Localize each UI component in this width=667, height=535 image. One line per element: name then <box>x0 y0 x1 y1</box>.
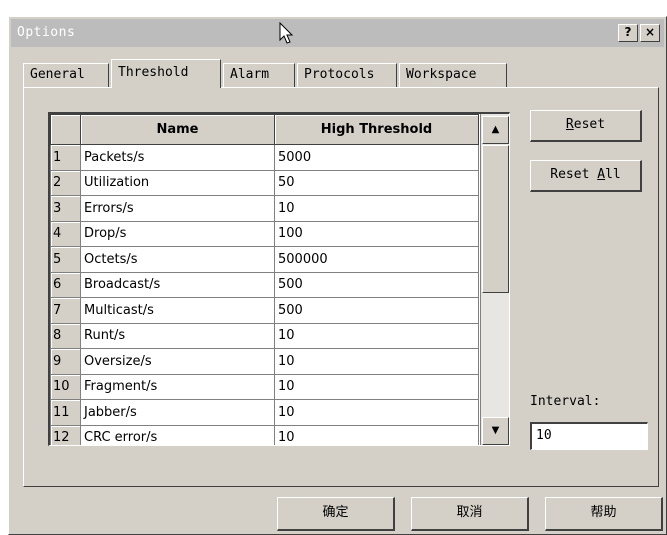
tab-workspace[interactable]: Workspace <box>399 63 507 87</box>
window-title: Options <box>17 25 76 40</box>
threshold-value-cell[interactable]: 10 <box>274 399 479 426</box>
threshold-grid: Name High Threshold 1 Packets/s 5000 2 Utili… <box>48 112 510 446</box>
help-title-button[interactable]: ? <box>618 24 638 42</box>
table-row[interactable]: 2 Utilization 50 <box>50 169 479 196</box>
table-row[interactable]: 10 Fragment/s 10 <box>50 373 479 400</box>
cancel-button[interactable]: 取消 <box>411 497 529 531</box>
threshold-value-cell[interactable]: 10 <box>274 322 479 349</box>
interval-input[interactable]: 10 <box>530 422 648 450</box>
reset-label: eset <box>573 117 606 132</box>
table-row[interactable]: 9 Oversize/s 10 <box>50 348 479 375</box>
row-number-cell[interactable]: 6 <box>50 271 81 298</box>
title-bar[interactable]: Options ? × <box>11 19 664 47</box>
threshold-value-cell[interactable]: 5000 <box>274 144 479 171</box>
tab-threshold[interactable]: Threshold <box>111 59 221 88</box>
threshold-value-cell[interactable]: 500 <box>274 297 479 324</box>
threshold-value-cell[interactable]: 50 <box>274 169 479 196</box>
row-number-cell[interactable]: 2 <box>50 169 81 196</box>
name-cell[interactable]: Multicast/s <box>80 297 275 324</box>
table-row[interactable]: 6 Broadcast/s 500 <box>50 271 479 298</box>
threshold-value-cell[interactable]: 10 <box>274 348 479 375</box>
grid-corner-header[interactable] <box>50 114 81 145</box>
interval-label: Interval: <box>530 394 601 409</box>
ok-button[interactable]: 确定 <box>277 497 395 531</box>
column-header-name[interactable]: Name <box>80 114 275 145</box>
mouse-cursor-icon <box>279 22 294 44</box>
row-number-cell[interactable]: 4 <box>50 220 81 247</box>
close-icon[interactable]: × <box>640 24 660 42</box>
row-number-cell[interactable]: 8 <box>50 322 81 349</box>
name-cell[interactable]: Drop/s <box>80 220 275 247</box>
table-row[interactable]: 5 Octets/s 500000 <box>50 246 479 273</box>
row-number-cell[interactable]: 11 <box>50 399 81 426</box>
row-number-cell[interactable]: 9 <box>50 348 81 375</box>
name-cell[interactable]: CRC error/s <box>80 424 275 445</box>
table-row[interactable]: 12 CRC error/s 10 <box>50 424 479 445</box>
reset-accel: R <box>565 117 574 132</box>
reset-button[interactable]: Reset <box>530 110 642 142</box>
name-cell[interactable]: Jabber/s <box>80 399 275 426</box>
scrollbar-thumb[interactable] <box>482 145 509 293</box>
name-cell[interactable]: Octets/s <box>80 246 275 273</box>
threshold-value-cell[interactable]: 500 <box>274 271 479 298</box>
tab-protocols[interactable]: Protocols <box>297 63 397 87</box>
name-cell[interactable]: Fragment/s <box>80 373 275 400</box>
table-row[interactable]: 7 Multicast/s 500 <box>50 297 479 324</box>
reset-all-button[interactable]: Reset All <box>530 160 642 192</box>
row-number-cell[interactable]: 5 <box>50 246 81 273</box>
row-number-cell[interactable]: 3 <box>50 195 81 222</box>
table-row[interactable]: 8 Runt/s 10 <box>50 322 479 349</box>
grid-body: 1 Packets/s 5000 2 Utilization 50 3 Errors/s 10 4… <box>50 144 479 445</box>
table-row[interactable]: 4 Drop/s 100 <box>50 220 479 247</box>
row-number-cell[interactable]: 7 <box>50 297 81 324</box>
table-row[interactable]: 1 Packets/s 5000 <box>50 144 479 171</box>
name-cell[interactable]: Broadcast/s <box>80 271 275 298</box>
reset-all-prefix: Reset <box>550 167 598 182</box>
name-cell[interactable]: Errors/s <box>80 195 275 222</box>
threshold-table: Name High Threshold 1 Packets/s 5000 2 Utili… <box>50 114 479 445</box>
reset-all-accel: A <box>597 167 606 182</box>
help-button[interactable]: 帮助 <box>545 497 663 531</box>
reset-all-label: ll <box>605 167 621 182</box>
row-number-cell[interactable]: 1 <box>50 144 81 171</box>
threshold-value-cell[interactable]: 100 <box>274 220 479 247</box>
table-row[interactable]: 11 Jabber/s 10 <box>50 399 479 426</box>
threshold-value-cell[interactable]: 500000 <box>274 246 479 273</box>
row-number-cell[interactable]: 12 <box>50 424 81 445</box>
threshold-value-cell[interactable]: 10 <box>274 373 479 400</box>
column-header-high-threshold[interactable]: High Threshold <box>274 114 479 145</box>
table-row[interactable]: 3 Errors/s 10 <box>50 195 479 222</box>
threshold-value-cell[interactable]: 10 <box>274 424 479 445</box>
tab-general[interactable]: General <box>23 63 109 87</box>
threshold-value-cell[interactable]: 10 <box>274 195 479 222</box>
vertical-scrollbar[interactable]: ▲ ▼ <box>480 114 509 445</box>
name-cell[interactable]: Packets/s <box>80 144 275 171</box>
scroll-up-arrow-icon[interactable]: ▲ <box>482 116 509 144</box>
threshold-panel: Name High Threshold 1 Packets/s 5000 2 Utili… <box>23 87 659 487</box>
name-cell[interactable]: Utilization <box>80 169 275 196</box>
name-cell[interactable]: Oversize/s <box>80 348 275 375</box>
row-number-cell[interactable]: 10 <box>50 373 81 400</box>
tab-alarm[interactable]: Alarm <box>223 63 295 87</box>
name-cell[interactable]: Runt/s <box>80 322 275 349</box>
options-dialog: Options ? × General Threshold Alarm Prot… <box>8 16 667 535</box>
scroll-down-arrow-icon[interactable]: ▼ <box>482 417 509 445</box>
